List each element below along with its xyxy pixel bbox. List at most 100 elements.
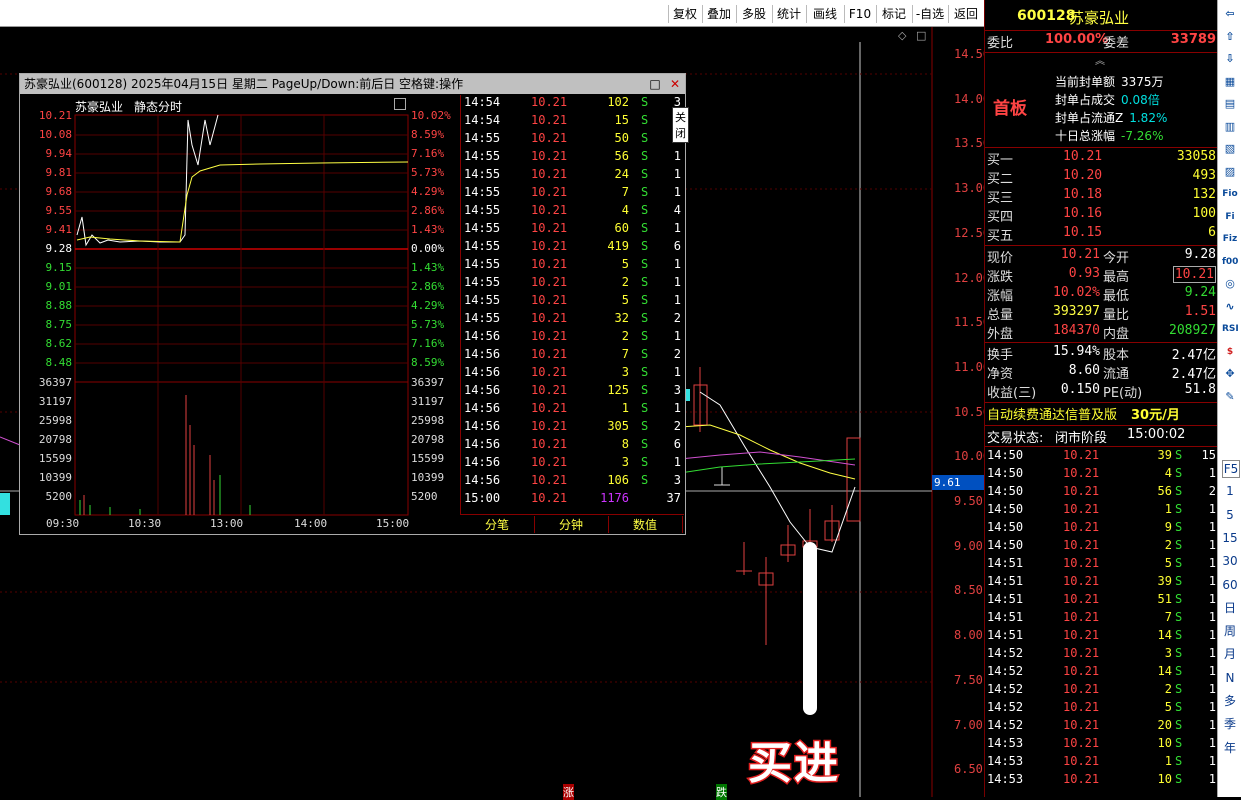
mini-vol-label-right: 5200	[411, 490, 438, 503]
bid-row[interactable]: 买五 10.15 6	[985, 225, 1218, 244]
popup-tab-0[interactable]: 分笔	[460, 516, 535, 533]
board-label: 首板	[993, 99, 1027, 119]
period-4[interactable]: 30	[1222, 553, 1238, 569]
intraday-popup[interactable]: 苏豪弘业(600128) 2025年04月15日 星期二 PageUp/Down…	[19, 73, 689, 535]
period-0[interactable]: F5	[1222, 460, 1240, 478]
fi-icon[interactable]: Fi	[1222, 209, 1238, 225]
mini-vol-label: 15599	[38, 452, 72, 465]
quote2-row: 净资 8.60 流通 2.47亿	[987, 363, 1216, 382]
period-11[interactable]: 季	[1222, 716, 1238, 732]
period-5[interactable]: 60	[1222, 577, 1238, 593]
toolbar-button-1[interactable]: 叠加	[702, 5, 735, 23]
trade-row: 14:50 10.21 1 S 1	[987, 502, 1216, 516]
close-tooltip: 关闭	[672, 107, 689, 143]
arrow-up-icon[interactable]: ⇧	[1222, 29, 1238, 45]
fengdan-row: 封单占流通Z 1.82%	[1055, 111, 1168, 125]
stock-name: 苏豪弘业	[1069, 9, 1130, 27]
dollar-icon[interactable]: $	[1222, 344, 1238, 360]
mini-pct-label: 2.86%	[411, 204, 445, 217]
list-icon[interactable]: ▥	[1222, 119, 1238, 135]
trade-row: 14:53 10.21 1 S 1	[987, 754, 1216, 768]
mini-pct-label: 0.00%	[411, 242, 445, 255]
mini-pct-label: 8.59%	[411, 128, 445, 141]
tick-row: 14:55 10.21 60 S 1	[464, 221, 681, 235]
mini-vol-label-right: 25998	[411, 414, 445, 427]
tick-row: 14:56 10.21 1 S 1	[464, 401, 681, 415]
mini-price-label: 10.08	[38, 128, 72, 141]
f00-icon[interactable]: f00	[1222, 254, 1238, 270]
weibi-row: 委比 100.00% 委差 33789	[987, 32, 1216, 51]
tick-row: 14:5510.2150S2	[464, 131, 681, 145]
mini-price-label: 8.48	[45, 356, 73, 369]
table-icon[interactable]: ▨	[1222, 164, 1238, 180]
bar-icon[interactable]: ▧	[1222, 141, 1238, 157]
mini-vol-label: 36397	[38, 376, 72, 389]
period-6[interactable]: 日	[1222, 600, 1238, 616]
trade-row: 14:53 10.21 10 S 1	[987, 736, 1216, 750]
trade-row: 14:50 10.21 2 S 1	[987, 538, 1216, 552]
mini-time-label: 09:30	[46, 517, 80, 530]
arrow-left-icon[interactable]: ⇦	[1222, 6, 1238, 22]
mini-chart-svg	[74, 114, 409, 516]
tick-row: 15:00 10.21 1176 37	[464, 491, 681, 505]
mini-price-label: 9.94	[45, 147, 73, 160]
mini-vol-label: 31197	[38, 395, 72, 408]
period-7[interactable]: 周	[1222, 623, 1238, 639]
close-button[interactable]: ✕	[666, 74, 684, 94]
grid-icon[interactable]: ▤	[1222, 96, 1238, 112]
diamond-icon[interactable]: ◇	[898, 29, 906, 42]
chart-icon[interactable]: ▦	[1222, 74, 1238, 90]
toolbar-button-2[interactable]: 多股	[736, 5, 771, 23]
quote-row: 总量 393297 量比 1.51	[987, 304, 1216, 323]
wave-icon[interactable]: ∿	[1222, 299, 1238, 315]
mini-price-label: 10.21	[38, 109, 72, 122]
popup-tab-2[interactable]: 数值	[608, 516, 683, 533]
maximize-button[interactable]: □	[646, 74, 664, 94]
fiz-icon[interactable]: Fiz	[1222, 231, 1238, 247]
tick-list[interactable]: 14:5410.21102S3 14:5410.2115S1 14:5510.215…	[460, 95, 685, 515]
mini-vol-label: 10399	[38, 471, 72, 484]
circle-icon[interactable]: ◎	[1222, 276, 1238, 292]
move-icon[interactable]: ✥	[1222, 366, 1238, 382]
mini-price-label: 8.62	[45, 337, 73, 350]
period-8[interactable]: 月	[1222, 646, 1238, 662]
fengdan-row: 十日总涨幅 -7.26%	[1055, 129, 1164, 143]
toolbar-button-0[interactable]: 复权	[668, 5, 701, 23]
mini-pct-label: 4.29%	[411, 185, 445, 198]
toolbar-button-7[interactable]: -自选	[912, 5, 947, 23]
period-3[interactable]: 15	[1222, 530, 1238, 546]
tick-row: 14:55 10.21 56 S 1	[464, 149, 681, 163]
period-1[interactable]: 1	[1222, 483, 1238, 499]
mini-time-label: 10:30	[128, 517, 162, 530]
popup-tab-1[interactable]: 分钟	[534, 516, 609, 533]
collapse-arrow-icon[interactable]: ︽	[1095, 52, 1105, 67]
bid-row[interactable]: 买二 10.20 493	[985, 168, 1218, 187]
pen-icon[interactable]: ✎	[1222, 389, 1238, 405]
period-10[interactable]: 多	[1222, 693, 1238, 709]
bid-row[interactable]: 买一 10.21 33058	[985, 149, 1218, 168]
trade-row: 14:53 10.21 10 S 1	[987, 772, 1216, 786]
tick-row: 14:55 10.21 419 S 6	[464, 239, 681, 253]
trade-row: 14:51 10.21 5 S 1	[987, 556, 1216, 570]
period-9[interactable]: N	[1222, 670, 1238, 686]
ad-row[interactable]: 自动续费通达信普及版 30元/月	[985, 404, 1218, 423]
toolbar-button-6[interactable]: 标记	[876, 5, 911, 23]
arrow-down-icon[interactable]: ⇩	[1222, 51, 1238, 67]
toolbar-button-5[interactable]: F10	[844, 5, 875, 23]
mini-vol-label-right: 36397	[411, 376, 445, 389]
toolbar-button-3[interactable]: 统计	[772, 5, 805, 23]
toolbar-button-8[interactable]: 返回	[948, 5, 983, 23]
bid-row[interactable]: 买三 10.18 132	[985, 187, 1218, 206]
tick-row: 14:56 10.21 3 S 1	[464, 365, 681, 379]
toolbar: 复权 叠加 多股 统计 画线 F10 标记 -自选 返回	[0, 0, 984, 27]
popup-titlebar[interactable]: 苏豪弘业(600128) 2025年04月15日 星期二 PageUp/Down…	[20, 74, 685, 94]
fio-icon[interactable]: Fio	[1222, 186, 1238, 202]
period-12[interactable]: 年	[1222, 740, 1238, 756]
tick-row: 14:54 10.21 102 S 3	[464, 95, 681, 109]
period-2[interactable]: 5	[1222, 507, 1238, 523]
bid-row[interactable]: 买四 10.16 100	[985, 206, 1218, 225]
status-row: 交易状态: 闭市阶段 15:00:02	[987, 427, 1186, 446]
square-icon[interactable]: □	[916, 29, 926, 42]
rsi-icon[interactable]: RSI	[1222, 321, 1239, 337]
toolbar-button-4[interactable]: 画线	[806, 5, 843, 23]
